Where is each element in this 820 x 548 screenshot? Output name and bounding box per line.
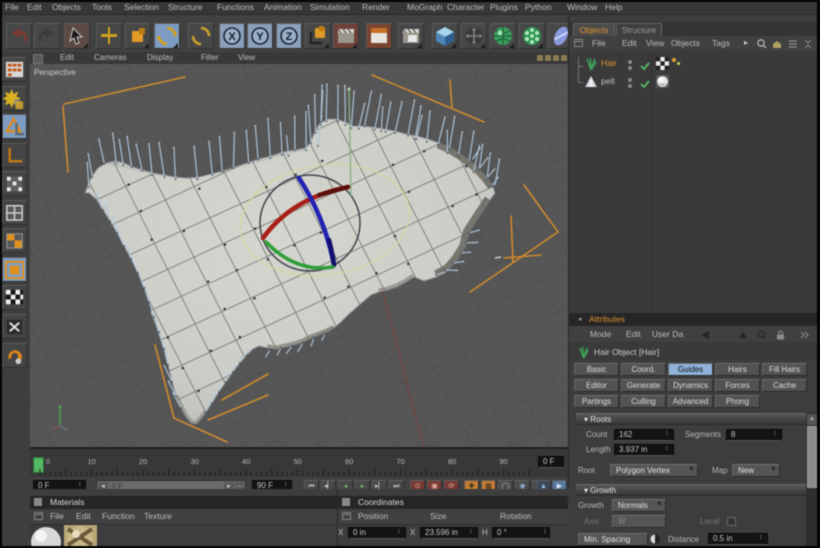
svg-text:X: X	[228, 31, 236, 43]
svg-text:Z: Z	[286, 31, 293, 43]
svg-text:Y: Y	[256, 31, 264, 43]
svg-text:Perspective: Perspective	[34, 68, 76, 77]
